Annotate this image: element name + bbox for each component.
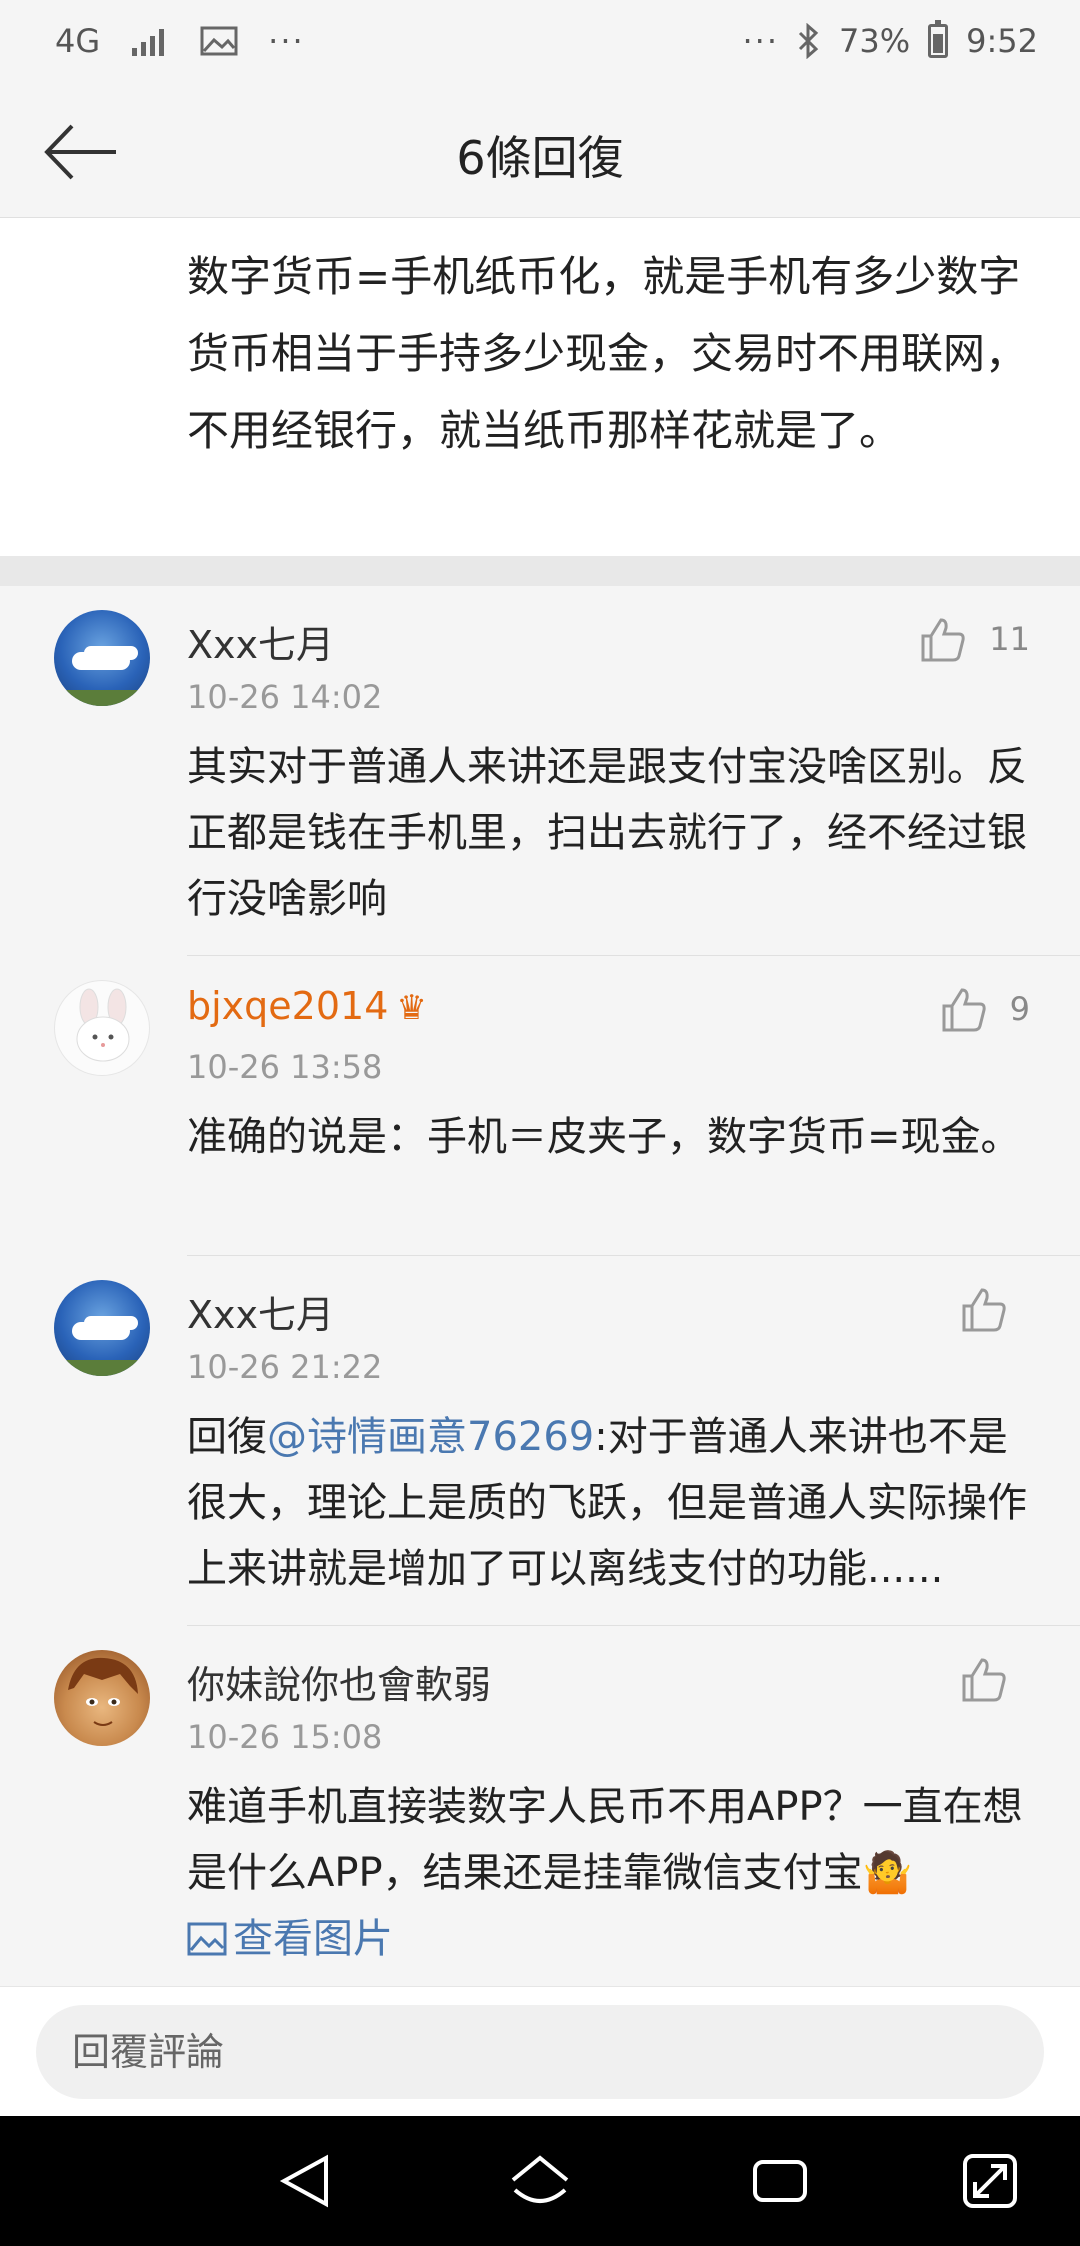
like-count: 11: [989, 620, 1030, 658]
comment-text: 准确的说是：手机＝皮夹子，数字货币=现金。: [187, 1114, 1021, 1160]
post-content: 数字货币=手机纸币化，就是手机有多少数字货币相当于手持多少现金，交易时不用联网，…: [0, 218, 1080, 556]
thumbs-up-icon: [962, 1288, 1006, 1332]
status-dots-right: ···: [742, 22, 780, 60]
clock: 9:52: [966, 22, 1038, 60]
home-icon: [511, 2155, 569, 2203]
like-button[interactable]: [960, 1656, 1030, 1702]
reply-input[interactable]: 回覆評論: [36, 2005, 1044, 2099]
system-nav-bar: [0, 2116, 1080, 2246]
like-button[interactable]: 9: [940, 986, 1030, 1032]
comment-username[interactable]: Xxx七月: [187, 614, 334, 669]
thumbs-up-icon: [942, 988, 986, 1032]
comment-item: Xxx七月 10-26 14:02 11 其实对于普通人来讲还是跟支付宝没啥区别…: [0, 586, 1080, 956]
nav-expand-button[interactable]: [955, 2146, 1025, 2216]
comment-text: 难道手机直接装数字人民币不用APP？一直在想是什么APP，结果还是挂靠微信支付宝…: [187, 1774, 1044, 1972]
bunny-avatar-icon: [76, 988, 130, 1062]
battery-icon: [928, 20, 949, 58]
comment-username-text: bjxqe2014: [187, 984, 389, 1028]
avatar[interactable]: [54, 1280, 150, 1376]
like-button[interactable]: 11: [919, 616, 1030, 662]
comment-list: Xxx七月 10-26 14:02 11 其实对于普通人来讲还是跟支付宝没啥区别…: [0, 586, 1080, 1986]
section-separator: [0, 556, 1080, 586]
page-title: 6條回復: [456, 131, 624, 185]
nav-back-button[interactable]: [270, 2146, 340, 2216]
app-header: 6條回復: [0, 92, 1080, 218]
battery-percent: 73%: [839, 22, 911, 60]
comment-text: 回復@诗情画意76269:对于普通人来讲也不是很大，理论上是质的飞跃，但是普通人…: [187, 1404, 1044, 1602]
thumbs-up-icon: [962, 1658, 1006, 1702]
network-label: 4G: [55, 22, 101, 60]
gallery-icon: [200, 26, 238, 56]
comment-item: Xxx七月 10-26 21:22 回復@诗情画意76269:对于普通人来讲也不…: [0, 1256, 1080, 1626]
shrug-emoji-icon: 🤷: [862, 1850, 913, 1896]
avatar[interactable]: [54, 1650, 150, 1746]
nav-home-button[interactable]: [505, 2146, 575, 2216]
image-icon: [187, 1922, 227, 1956]
comment-text: 其实对于普通人来讲还是跟支付宝没啥区别。反正都是钱在手机里，扫出去就行了，经不经…: [187, 744, 1027, 922]
status-bar: 4G ··· ··· 73% 9:52: [0, 0, 1080, 92]
reply-bar: 回覆評論: [0, 1986, 1080, 2116]
bluetooth-icon: [798, 23, 819, 59]
comment-time: 10-26 14:02: [187, 678, 383, 716]
like-count: 9: [1009, 990, 1030, 1028]
avatar[interactable]: [54, 610, 150, 706]
view-image-link[interactable]: 查看图片: [187, 1906, 1044, 1972]
expand-icon: [963, 2154, 1017, 2208]
reply-prefix: 回復: [187, 1414, 267, 1460]
vip-crown-icon: ♛: [396, 988, 427, 1028]
comment-username[interactable]: Xxx七月: [187, 1284, 334, 1339]
recent-apps-icon: [753, 2160, 807, 2202]
status-dots-left: ···: [268, 22, 305, 60]
boy-avatar-icon: [68, 1657, 138, 1726]
avatar[interactable]: [54, 980, 150, 1076]
like-button[interactable]: [960, 1286, 1030, 1332]
view-image-label: 查看图片: [233, 1916, 393, 1962]
thumbs-up-icon: [921, 618, 965, 662]
comment-time: 10-26 21:22: [187, 1348, 383, 1386]
comment-item: 你妹說你也會軟弱 10-26 15:08 难道手机直接装数字人民币不用APP？一…: [0, 1626, 1080, 1986]
triangle-back-icon: [279, 2154, 328, 2208]
nav-recent-button[interactable]: [745, 2146, 815, 2216]
signal-icon: [132, 29, 165, 56]
mention-link[interactable]: @诗情画意76269: [267, 1414, 594, 1460]
comment-time: 10-26 13:58: [187, 1048, 383, 1086]
comment-item: bjxqe2014 ♛ 10-26 13:58 9 准确的说是：手机＝皮夹子，数字…: [0, 956, 1080, 1256]
comment-time: 10-26 15:08: [187, 1718, 383, 1756]
status-left: 4G ···: [55, 22, 305, 60]
comment-username[interactable]: bjxqe2014 ♛: [187, 984, 427, 1028]
comment-username[interactable]: 你妹說你也會軟弱: [187, 1654, 491, 1709]
status-right: ··· 73% 9:52: [742, 20, 1038, 60]
